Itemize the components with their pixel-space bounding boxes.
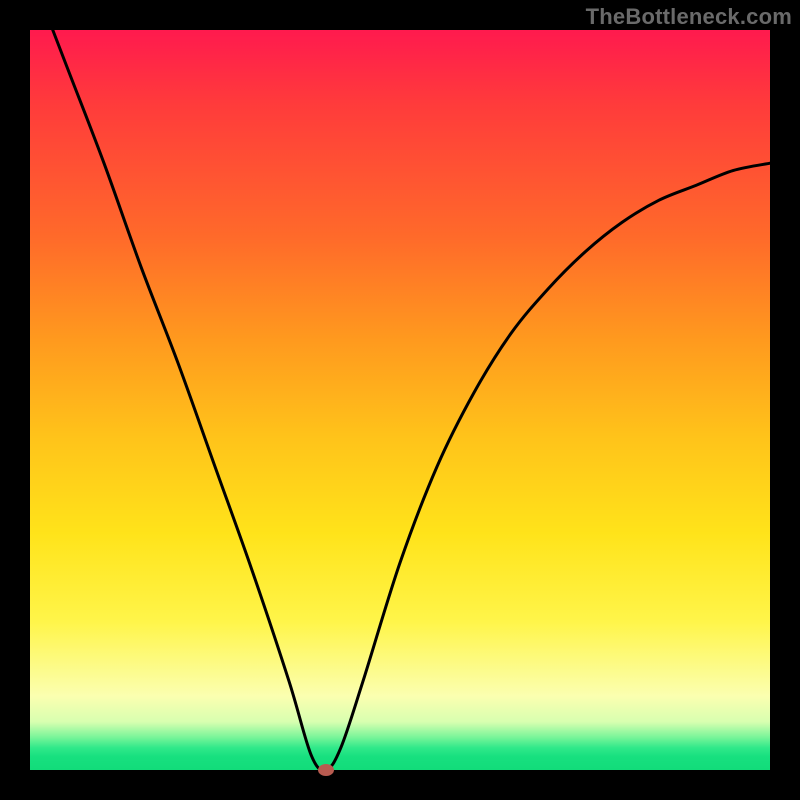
bottleneck-curve-svg (30, 30, 770, 770)
bottleneck-curve (30, 0, 770, 770)
watermark-text: TheBottleneck.com (586, 4, 792, 30)
chart-frame: TheBottleneck.com (0, 0, 800, 800)
plot-area (30, 30, 770, 770)
optimal-point-marker (318, 764, 334, 776)
